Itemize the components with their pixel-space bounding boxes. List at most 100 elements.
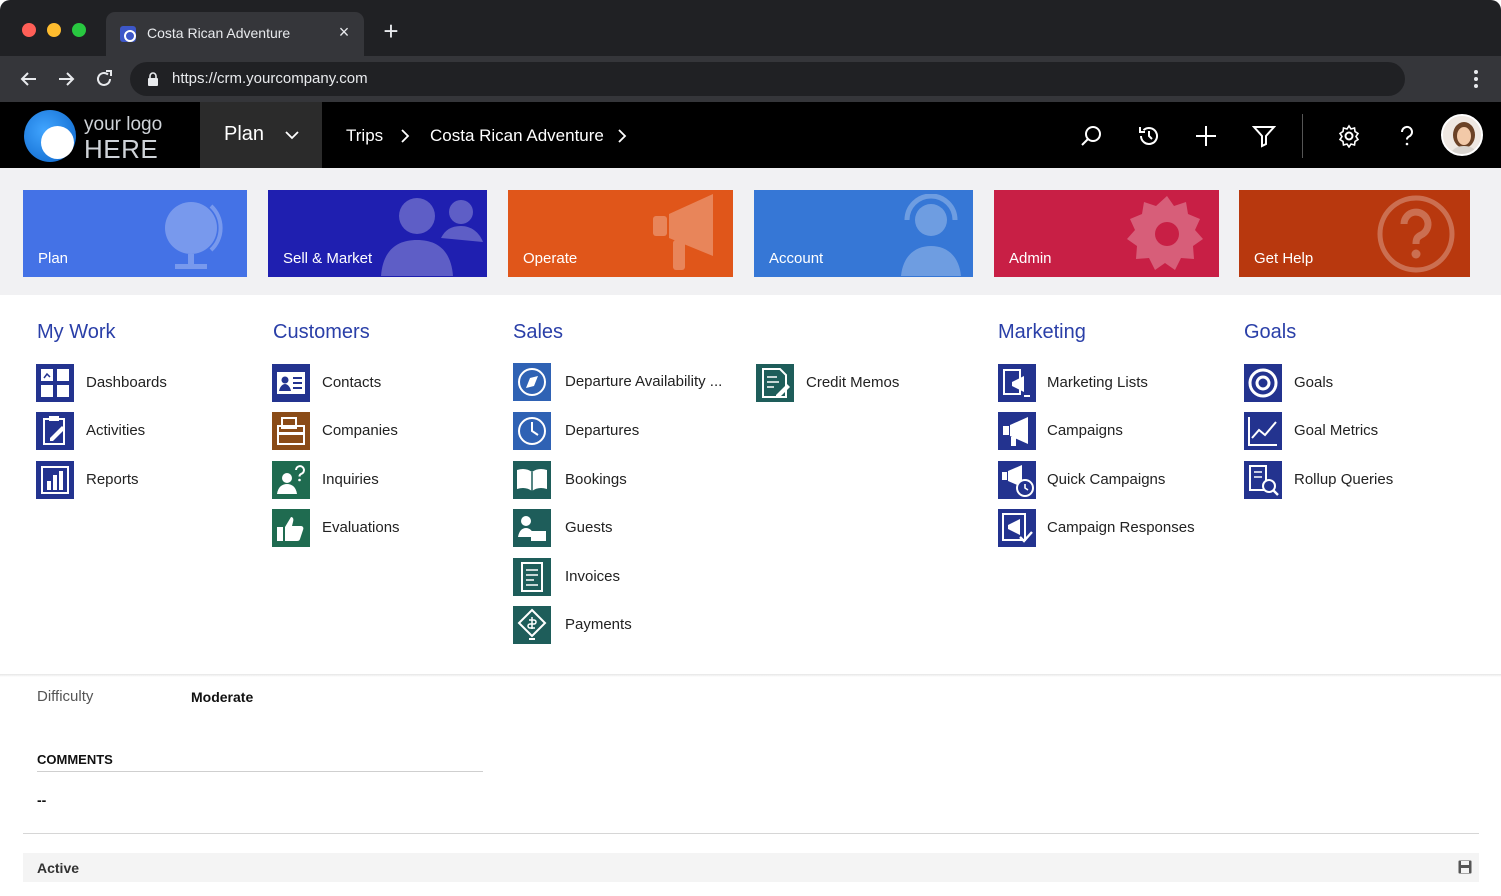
- menu-item-label: Credit Memos: [806, 374, 900, 391]
- area-menu-button[interactable]: Plan: [200, 102, 322, 168]
- tile-plan[interactable]: Plan: [23, 190, 247, 277]
- heading-goals: Goals: [1244, 321, 1297, 343]
- question-icon: [1377, 195, 1455, 273]
- thumbs-up-icon: [272, 509, 310, 547]
- browser-menu-icon[interactable]: [1473, 69, 1479, 89]
- people-icon: [381, 198, 483, 276]
- recent-history-icon[interactable]: [1137, 124, 1161, 148]
- memo-edit-icon: [756, 364, 794, 402]
- tile-label: Sell & Market: [283, 250, 373, 267]
- menu-item-label: Rollup Queries: [1294, 471, 1394, 488]
- invoice-icon: [513, 558, 551, 596]
- campaign-response-icon: [998, 509, 1036, 547]
- tab-title: Costa Rican Adventure: [147, 25, 291, 41]
- plus-icon[interactable]: [1194, 124, 1218, 148]
- forward-arrow-icon[interactable]: [55, 68, 77, 90]
- menu-item-label: Dashboards: [86, 374, 167, 391]
- user-avatar[interactable]: [1441, 114, 1483, 156]
- avatar-icon: [1443, 116, 1481, 154]
- menu-item-label: Quick Campaigns: [1047, 471, 1166, 488]
- difficulty-value[interactable]: Moderate: [191, 689, 253, 705]
- tile-label: Admin: [1009, 250, 1052, 267]
- menu-shadow: [0, 674, 1501, 677]
- url-field[interactable]: https://crm.yourcompany.com: [130, 62, 1405, 96]
- filter-icon[interactable]: [1252, 124, 1276, 148]
- clock-icon: [513, 412, 551, 450]
- quick-campaign-icon: [998, 461, 1036, 499]
- help-icon[interactable]: [1395, 124, 1419, 148]
- heading-my-work: My Work: [37, 321, 116, 343]
- tile-label: Account: [769, 250, 824, 267]
- gear-icon: [1127, 196, 1203, 270]
- chevron-right-icon[interactable]: [615, 127, 629, 145]
- tile-sell-market[interactable]: Sell & Market: [268, 190, 487, 277]
- clipboard-pencil-icon: [36, 412, 74, 450]
- browser-window: Costa Rican Adventure × + https://crm.yo…: [0, 0, 1501, 896]
- record-status: Active: [37, 860, 80, 876]
- minimize-window-button[interactable]: [47, 23, 61, 37]
- line-chart-icon: [1244, 412, 1282, 450]
- back-arrow-icon[interactable]: [18, 68, 40, 90]
- maximize-window-button[interactable]: [72, 23, 86, 37]
- menu-item-label: Payments: [565, 616, 632, 633]
- address-bar-row: https://crm.yourcompany.com: [0, 56, 1501, 102]
- breadcrumb-record[interactable]: Costa Rican Adventure: [430, 126, 604, 146]
- logo-mark: [24, 110, 76, 162]
- app-header: your logo HERE Plan Trips Costa Rican Ad…: [0, 102, 1501, 168]
- target-icon: [1244, 364, 1282, 402]
- megaphone-icon: [653, 194, 713, 270]
- tile-operate[interactable]: Operate: [508, 190, 733, 277]
- save-icon[interactable]: [1458, 860, 1472, 874]
- menu-item-label: Campaigns: [1047, 422, 1123, 439]
- payment-tag-icon: [513, 606, 551, 644]
- menu-item-label: Inquiries: [322, 471, 379, 488]
- difficulty-label: Difficulty: [37, 688, 94, 705]
- close-window-button[interactable]: [22, 23, 36, 37]
- menu-item-label: Campaign Responses: [1047, 519, 1195, 536]
- section-divider: [37, 771, 483, 772]
- close-tab-icon[interactable]: ×: [334, 22, 354, 42]
- sitemap-menu: My Work Customers Sales Marketing Goals …: [0, 295, 1501, 675]
- tile-label: Get Help: [1254, 250, 1314, 267]
- chevron-right-icon: [401, 129, 410, 143]
- guest-desk-icon: [513, 509, 551, 547]
- tile-account[interactable]: Account: [754, 190, 973, 277]
- menu-item-label: Goal Metrics: [1294, 422, 1379, 439]
- breadcrumb-trips[interactable]: Trips: [346, 126, 383, 146]
- person-question-icon: [272, 461, 310, 499]
- menu-item-label: Guests: [565, 519, 613, 536]
- new-tab-button[interactable]: +: [380, 18, 402, 44]
- reload-icon[interactable]: [93, 68, 115, 90]
- header-divider: [1302, 114, 1303, 158]
- bar-chart-icon: [36, 461, 74, 499]
- menu-item-label: Contacts: [322, 374, 382, 391]
- megaphone-icon: [998, 412, 1036, 450]
- tab-bar: Costa Rican Adventure × +: [0, 0, 1501, 56]
- gear-icon[interactable]: [1337, 124, 1361, 148]
- comments-value[interactable]: --: [37, 792, 46, 808]
- headset-user-icon: [901, 194, 961, 276]
- menu-item-label: Departures: [565, 422, 640, 439]
- url-text: https://crm.yourcompany.com: [172, 70, 368, 87]
- search-icon[interactable]: [1079, 124, 1103, 148]
- tile-get-help[interactable]: Get Help: [1239, 190, 1470, 277]
- menu-item-label: Marketing Lists: [1047, 374, 1148, 391]
- browser-tab[interactable]: Costa Rican Adventure ×: [106, 12, 364, 56]
- chevron-down-icon: [285, 131, 299, 140]
- logo-text-line2: HERE: [84, 134, 159, 164]
- query-search-icon: [1244, 461, 1282, 499]
- marketing-list-icon: [998, 364, 1036, 402]
- tile-label: Plan: [38, 250, 69, 267]
- heading-sales: Sales: [513, 321, 564, 343]
- open-book-icon: [513, 461, 551, 499]
- dashboard-icon: [36, 364, 74, 402]
- company-logo[interactable]: your logo HERE: [24, 110, 174, 164]
- area-menu-label: Plan: [224, 123, 265, 145]
- comments-heading: COMMENTS: [37, 752, 113, 767]
- menu-item-label: Companies: [322, 422, 398, 439]
- building-icon: [272, 412, 310, 450]
- tile-admin[interactable]: Admin: [994, 190, 1219, 277]
- contact-card-icon: [272, 364, 310, 402]
- area-tiles: Plan Sell & Market Operate Account Admin…: [0, 168, 1501, 295]
- footer-divider: [23, 833, 1479, 834]
